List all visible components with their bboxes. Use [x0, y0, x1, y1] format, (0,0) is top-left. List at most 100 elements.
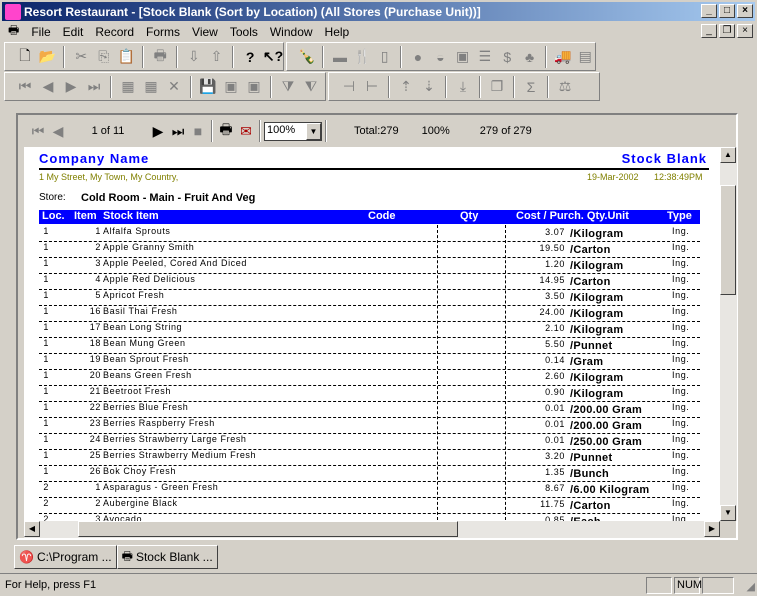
document-icon[interactable]: ▤: [576, 47, 595, 67]
list-icon[interactable]: ☰: [475, 47, 494, 67]
save-close-icon[interactable]: ▣: [244, 77, 264, 97]
menu-record[interactable]: Record: [89, 25, 140, 39]
header-rule: [39, 168, 709, 170]
duplicate-record-icon[interactable]: ▦: [141, 77, 161, 97]
paste-icon[interactable]: 📋: [117, 47, 137, 67]
cell-unit: /Bunch: [570, 468, 610, 480]
zoom-select[interactable]: 100% ▼: [264, 121, 322, 141]
minimize-button[interactable]: _: [701, 4, 717, 18]
save-copy-icon[interactable]: ▣: [221, 77, 241, 97]
table-row: 1 24 Berries Strawberry Large Fresh 0.01/25…: [39, 434, 700, 450]
menu-file[interactable]: File: [25, 25, 56, 39]
first-page-icon[interactable]: ⏮: [28, 121, 48, 141]
resize-grip-icon[interactable]: ◢: [747, 580, 755, 593]
horizontal-scroll-thumb[interactable]: [78, 521, 458, 537]
sort-down-icon[interactable]: ⇣: [419, 77, 439, 97]
menu-window[interactable]: Window: [264, 25, 319, 39]
table-row: 1 1 Alfalfa Sprouts 3.07/Kilogram Ing.: [39, 226, 700, 242]
truck-icon[interactable]: 🚚: [553, 47, 572, 67]
print-icon[interactable]: 🖶: [216, 121, 236, 141]
print-icon[interactable]: 🖶: [150, 47, 170, 67]
price-icon[interactable]: $: [498, 47, 517, 67]
fruit-icon[interactable]: ●: [408, 47, 427, 67]
delete-icon[interactable]: ✕: [164, 77, 184, 97]
mdi-minimize-button[interactable]: _: [701, 24, 717, 38]
menu-help[interactable]: Help: [319, 25, 356, 39]
cell-type: Ing.: [672, 290, 690, 300]
new-record-icon[interactable]: ▦: [118, 77, 138, 97]
scale-icon[interactable]: ⚖: [555, 77, 575, 97]
cell-type: Ing.: [672, 258, 690, 268]
scroll-up-icon[interactable]: ▲: [720, 147, 736, 163]
move-up-icon[interactable]: ⇧: [207, 47, 227, 67]
close-button[interactable]: ×: [737, 4, 753, 18]
next-page-icon[interactable]: ▶: [148, 121, 168, 141]
bowl-icon[interactable]: ◒: [431, 47, 450, 67]
menu-view[interactable]: View: [186, 25, 224, 39]
horizontal-scrollbar[interactable]: ◀ ▶: [24, 521, 720, 538]
jug-icon[interactable]: ▯: [375, 47, 394, 67]
windows-icon[interactable]: ❐: [487, 77, 507, 97]
vertical-scrollbar[interactable]: ▲ ▼: [720, 147, 737, 521]
mdi-close-button[interactable]: ×: [737, 24, 753, 38]
vertical-scroll-thumb[interactable]: [720, 185, 736, 295]
sort-up-icon[interactable]: ⇡: [396, 77, 416, 97]
move-down-icon[interactable]: ⇩: [184, 47, 204, 67]
bread-icon[interactable]: ▬: [330, 47, 349, 67]
maximize-button[interactable]: □: [719, 4, 735, 18]
last-page-icon[interactable]: ⏭: [168, 121, 188, 141]
first-record-icon[interactable]: ⏮: [15, 77, 35, 97]
cut-icon[interactable]: ✂: [71, 47, 91, 67]
chevron-down-icon[interactable]: ▼: [306, 122, 321, 140]
scroll-left-icon[interactable]: ◀: [24, 521, 40, 537]
table-row: 1 16 Basil Thai Fresh 24.00/Kilogram Ing.: [39, 306, 700, 322]
cell-loc: 1: [43, 322, 49, 332]
save-icon[interactable]: 💾: [198, 77, 218, 97]
tab-program[interactable]: ♈ C:\Program ...: [14, 545, 117, 569]
context-help-icon[interactable]: ↖?: [263, 47, 283, 67]
sum-icon[interactable]: Σ: [521, 77, 541, 97]
collapse-icon[interactable]: ⊣: [339, 77, 359, 97]
cell-unit: /Punnet: [570, 452, 613, 464]
qty-divider: [437, 225, 438, 521]
window-tabs: ♈ C:\Program ... 🖶 Stock Blank ...: [14, 545, 218, 569]
cell-type: Ing.: [672, 498, 690, 508]
col-loc: Loc.: [42, 210, 65, 222]
report-date: 19-Mar-2002: [587, 172, 639, 182]
expand-icon[interactable]: ⊢: [362, 77, 382, 97]
produce-icon[interactable]: ▣: [453, 47, 472, 67]
printer-icon: 🖶: [8, 23, 20, 37]
cutlery-icon[interactable]: 🍴: [353, 47, 372, 67]
cell-unit: /Carton: [570, 500, 611, 512]
menu-edit[interactable]: Edit: [57, 25, 90, 39]
store-name: Cold Room - Main - Fruit And Veg: [81, 192, 256, 204]
next-record-icon[interactable]: ▶: [61, 77, 81, 97]
scroll-down-icon[interactable]: ▼: [720, 505, 736, 521]
cell-cost: 19.50: [539, 243, 565, 253]
scroll-right-icon[interactable]: ▶: [704, 521, 720, 537]
cell-type: Ing.: [672, 418, 690, 428]
filter-icon[interactable]: ⧨: [301, 77, 321, 97]
bottles-icon[interactable]: 🍾: [297, 47, 316, 67]
cell-loc: 1: [43, 274, 49, 284]
tab-stock-blank[interactable]: 🖶 Stock Blank ...: [116, 545, 218, 569]
open-icon[interactable]: 📂: [38, 47, 58, 67]
menu-tools[interactable]: Tools: [224, 25, 264, 39]
previous-record-icon[interactable]: ◀: [38, 77, 58, 97]
mdi-restore-button[interactable]: ❐: [719, 24, 735, 38]
report-time: 12:38:49PM: [654, 172, 703, 182]
tree-icon[interactable]: ♣: [520, 47, 539, 67]
filter-selection-icon[interactable]: ⧩: [278, 77, 298, 97]
cell-loc: 1: [43, 434, 49, 444]
new-icon[interactable]: 🗋: [15, 47, 35, 67]
export-icon[interactable]: ✉: [236, 121, 256, 141]
stop-icon[interactable]: ■: [188, 121, 208, 141]
copy-icon[interactable]: ⎘: [94, 47, 114, 67]
help-icon[interactable]: ?: [240, 47, 260, 67]
menu-forms[interactable]: Forms: [140, 25, 186, 39]
cell-item: 18: [89, 338, 101, 348]
import-icon[interactable]: ⤓: [453, 77, 473, 97]
total-count: Total:279: [354, 125, 399, 137]
last-record-icon[interactable]: ⏭: [84, 77, 104, 97]
previous-page-icon[interactable]: ◀: [48, 121, 68, 141]
